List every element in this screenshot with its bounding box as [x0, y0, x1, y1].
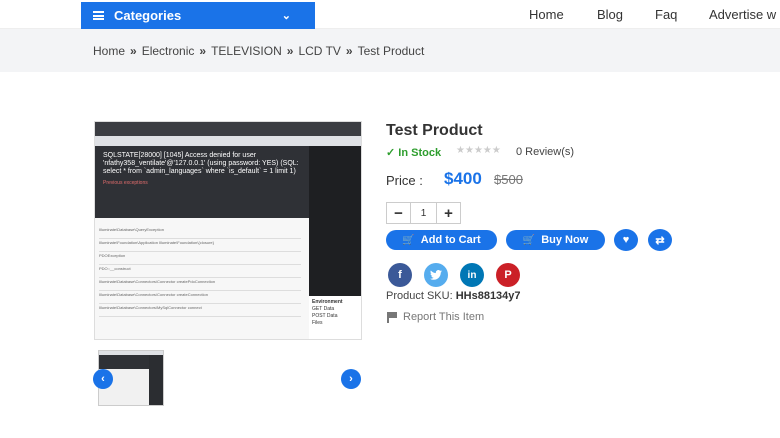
pinterest-share-button[interactable]: P [496, 263, 520, 287]
breadcrumb-home[interactable]: Home [93, 44, 125, 58]
check-circle-icon: ✓ [386, 147, 396, 159]
image-trace-row: Illuminate\Database\Connectors\Connector… [99, 291, 301, 304]
image-trace-row: Illuminate\Foundation\Application Illumi… [99, 239, 301, 252]
image-stack-trace: Illuminate\Database\QueryException Illum… [95, 226, 305, 317]
report-label: Report This Item [403, 311, 485, 323]
breadcrumb-bar: Home » Electronic » TELEVISION » LCD TV » Test P… [0, 29, 780, 72]
chevron-right-icon: › [349, 373, 353, 385]
rating-stars: ★★★★★ [456, 145, 501, 156]
increase-quantity-button[interactable]: + [437, 203, 460, 223]
cart-icon: 🛒 [522, 234, 536, 246]
nav-home-link[interactable]: Home [529, 7, 564, 22]
gallery-next-button[interactable]: › [341, 369, 361, 389]
add-to-cart-button[interactable]: 🛒 Add to Cart [386, 230, 497, 250]
image-panel-title: Environment [312, 299, 343, 305]
breadcrumb-separator: » [130, 44, 137, 58]
breadcrumb: Home » Electronic » TELEVISION » LCD TV » Test P… [93, 44, 424, 58]
report-item-link[interactable]: Report This Item [387, 311, 484, 323]
gallery-prev-button[interactable]: ‹ [93, 369, 113, 389]
categories-button[interactable]: Categories ⌄ [81, 2, 315, 29]
star-icon: ★ [464, 145, 474, 156]
stock-status: ✓ In Stock [386, 146, 441, 159]
image-panel-row: POST Data [312, 313, 338, 319]
breadcrumb-separator: » [286, 44, 294, 58]
compare-button[interactable]: ⇄ [648, 229, 672, 251]
flag-icon [387, 312, 397, 323]
image-trace-row: PDO::__construct [99, 265, 301, 278]
image-browser-bar [95, 122, 361, 136]
menu-icon [93, 11, 104, 20]
breadcrumb-separator: » [199, 44, 207, 58]
star-icon: ★ [482, 145, 492, 156]
image-trace-row: Illuminate\Database\Connectors\Connector… [99, 278, 301, 291]
image-previous-exceptions: Previous exceptions [103, 180, 148, 186]
nav-faq-link[interactable]: Faq [655, 7, 677, 22]
buy-now-button[interactable]: 🛒 Buy Now [506, 230, 605, 250]
cart-icon: 🛒 [402, 234, 415, 246]
breadcrumb-electronic[interactable]: Electronic [142, 44, 195, 58]
product-sku: Product SKU: HHs88134y7 [386, 290, 521, 302]
add-to-cart-label: Add to Cart [420, 234, 481, 246]
product-main-image[interactable]: SQLSTATE[28000] [1045] Access denied for… [94, 121, 362, 340]
image-error-message: SQLSTATE[28000] [1045] Access denied for… [103, 152, 299, 175]
categories-label: Categories [114, 8, 182, 23]
price-label: Price : [386, 173, 423, 188]
nav-advertise-link[interactable]: Advertise w [709, 7, 776, 22]
nav-blog-link[interactable]: Blog [597, 7, 623, 22]
old-price: $500 [494, 172, 523, 187]
star-icon: ★ [473, 145, 483, 156]
quantity-value[interactable]: 1 [410, 203, 437, 223]
decrease-quantity-button[interactable]: − [387, 203, 410, 223]
wishlist-button[interactable]: ♥ [614, 229, 638, 251]
linkedin-share-button[interactable]: in [460, 263, 484, 287]
buy-now-label: Buy Now [541, 234, 589, 246]
thumbnail-header [99, 355, 149, 369]
image-error-pane: SQLSTATE[28000] [1045] Access denied for… [95, 146, 309, 339]
linkedin-icon: in [467, 269, 477, 281]
image-trace-row: Illuminate\Database\Connectors\MySqlConn… [99, 304, 301, 317]
current-price: $400 [444, 169, 482, 188]
breadcrumb-television[interactable]: TELEVISION [211, 44, 282, 58]
product-title: Test Product [386, 122, 483, 139]
chevron-left-icon: ‹ [101, 373, 105, 385]
image-bookmark-bar [95, 136, 361, 146]
image-trace-row: Illuminate\Database\QueryException [99, 226, 301, 239]
star-icon: ★ [491, 145, 501, 156]
image-panel-row: GET Data [312, 306, 335, 312]
exchange-icon: ⇄ [655, 234, 665, 247]
sku-label: Product SKU: [386, 290, 453, 302]
image-panel-row: Files [312, 320, 323, 326]
breadcrumb-lcd-tv[interactable]: LCD TV [298, 44, 340, 58]
breadcrumb-current: Test Product [357, 44, 425, 58]
review-count[interactable]: 0 Review(s) [516, 146, 574, 158]
stock-label: In Stock [398, 147, 442, 159]
star-icon: ★ [456, 145, 465, 156]
image-code-pane: Environment GET Data POST Data Files [309, 146, 361, 339]
heart-icon: ♥ [622, 234, 630, 246]
breadcrumb-separator: » [345, 44, 353, 58]
top-navigation: Categories ⌄ Home Blog Faq Advertise w [0, 0, 780, 29]
facebook-icon: f [398, 269, 402, 281]
twitter-icon [430, 270, 442, 280]
chevron-down-icon: ⌄ [281, 10, 291, 22]
quantity-stepper: − 1 + [386, 202, 461, 224]
facebook-share-button[interactable]: f [388, 263, 412, 287]
image-environment-panel: Environment GET Data POST Data Files [309, 296, 361, 339]
image-trace-row: PDOException [99, 252, 301, 265]
sku-value: HHs88134y7 [455, 290, 521, 302]
pinterest-icon: P [504, 269, 512, 281]
twitter-share-button[interactable] [424, 263, 448, 287]
image-error-header: SQLSTATE[28000] [1045] Access denied for… [95, 146, 309, 218]
